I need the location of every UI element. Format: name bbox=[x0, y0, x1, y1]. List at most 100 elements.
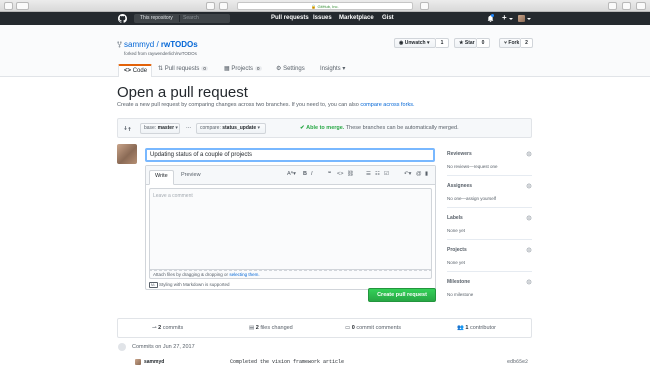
sidebar-value-assignees[interactable]: No one—assign yourself bbox=[447, 196, 496, 202]
nav-marketplace[interactable]: Marketplace bbox=[339, 15, 374, 22]
commit-author[interactable]: sammyd bbox=[144, 359, 164, 365]
commit-sha[interactable]: edb65e2 bbox=[507, 359, 528, 365]
nav-pull-requests[interactable]: Pull requests bbox=[271, 15, 309, 22]
watchers-count[interactable]: 1 bbox=[436, 38, 449, 48]
pull-request-icon: ⇅ bbox=[158, 66, 164, 72]
files-summary[interactable]: ▤ 2 files changed bbox=[249, 325, 293, 332]
avatar[interactable] bbox=[518, 15, 525, 22]
sidebar-heading-projects[interactable]: Projects bbox=[447, 247, 467, 253]
search-input[interactable]: Search bbox=[179, 15, 229, 22]
stars-count[interactable]: 0 bbox=[477, 38, 490, 48]
branch-range-editor: base: master ▾ ... compare: status_updat… bbox=[117, 118, 532, 138]
sidebar-divider bbox=[447, 271, 532, 272]
quote-icon[interactable]: ❝ bbox=[328, 171, 331, 178]
base-branch-select[interactable]: base: master ▾ bbox=[140, 123, 180, 134]
italic-icon[interactable]: I bbox=[311, 171, 313, 178]
tab-write[interactable]: Write bbox=[149, 170, 174, 185]
commits-count: 2 bbox=[158, 325, 162, 331]
bookmark-icon[interactable]: ▮ bbox=[425, 171, 428, 178]
share-icon[interactable] bbox=[608, 2, 617, 10]
avatar[interactable] bbox=[117, 144, 137, 164]
gear-icon[interactable] bbox=[526, 215, 532, 221]
commits-date-heading: Commits on Jun 27, 2017 bbox=[132, 344, 195, 350]
bold-icon[interactable]: B bbox=[303, 171, 307, 178]
github-logo-icon[interactable] bbox=[118, 14, 127, 23]
compare-label: compare: bbox=[200, 125, 221, 131]
sidebar-heading-labels[interactable]: Labels bbox=[447, 215, 463, 221]
sidebar-heading-reviewers[interactable]: Reviewers bbox=[447, 151, 472, 157]
pr-title-input[interactable]: Updating status of a couple of projects bbox=[145, 148, 435, 162]
comment-textarea[interactable]: Leave a comment bbox=[149, 188, 432, 270]
create-pull-request-button[interactable]: Create pull request bbox=[368, 288, 436, 302]
unwatch-button[interactable]: ◉ Unwatch ▾ bbox=[394, 38, 436, 48]
avatar[interactable] bbox=[135, 359, 141, 365]
tab-projects[interactable]: ▦ Projects 0 bbox=[224, 64, 262, 77]
eye-icon: ◉ bbox=[399, 40, 404, 46]
new-tab-icon[interactable] bbox=[636, 2, 646, 10]
contributors-count: 1 bbox=[465, 325, 469, 331]
browser-toolbar: 🔒 GitHub, Inc. bbox=[0, 0, 650, 12]
text-size-icon[interactable]: Aᴬ▾ bbox=[287, 171, 296, 178]
markdown-hint-label: Styling with Markdown is supported bbox=[158, 282, 230, 287]
chevron-down-icon bbox=[527, 18, 531, 20]
reply-icon[interactable]: ↶▾ bbox=[404, 171, 411, 178]
base-label: base: bbox=[144, 125, 157, 131]
sidebar-heading-milestone[interactable]: Milestone bbox=[447, 279, 470, 285]
merge-status-label: Able to merge. bbox=[306, 125, 345, 131]
compare-branch-select[interactable]: compare: status_update ▾ bbox=[196, 123, 266, 134]
merge-status: ✔ Able to merge. These branches can be a… bbox=[300, 125, 459, 132]
tabs-icon[interactable] bbox=[622, 2, 631, 10]
repo-owner-link[interactable]: sammyd bbox=[124, 40, 154, 49]
search-box[interactable]: This repository Search bbox=[134, 14, 230, 23]
commits-summary[interactable]: ⊸ 2 commits bbox=[152, 325, 183, 332]
tab-projects-counter: 0 bbox=[255, 66, 262, 71]
sidebar-value-labels: None yet bbox=[447, 228, 466, 233]
markdown-hint[interactable]: M↓ Styling with Markdown is supported bbox=[149, 282, 229, 288]
tab-code[interactable]: <> Code bbox=[118, 64, 152, 77]
sidebar-heading-assignees[interactable]: Assignees bbox=[447, 183, 472, 189]
back-forward-buttons[interactable] bbox=[16, 2, 29, 10]
code-icon: <> bbox=[124, 68, 132, 74]
gear-icon[interactable] bbox=[526, 183, 532, 189]
comment-editor: Write Preview Aᴬ▾ B I ❝ <> ⛓ ☰ ☷ ☑ ↶▾ @ … bbox=[145, 165, 436, 290]
sidebar-toggle-button[interactable] bbox=[4, 2, 13, 10]
sidebar-divider bbox=[447, 207, 532, 208]
reader-icon[interactable] bbox=[219, 2, 228, 10]
gear-icon[interactable] bbox=[526, 151, 532, 157]
gear-icon[interactable] bbox=[526, 247, 532, 253]
sidebar-value-milestone: No milestone bbox=[447, 292, 474, 297]
numbered-list-icon[interactable]: ☷ bbox=[375, 171, 380, 178]
fork-button[interactable]: ⑂ Fork bbox=[499, 38, 521, 48]
file-attach-zone[interactable]: Attach files by dragging & dropping or s… bbox=[149, 270, 432, 279]
private-icon[interactable] bbox=[206, 2, 215, 10]
bullet-list-icon[interactable]: ☰ bbox=[366, 171, 371, 178]
tab-pull-requests[interactable]: ⇅ Pull requests 0 bbox=[158, 64, 208, 77]
code-icon[interactable]: <> bbox=[337, 171, 343, 178]
address-bar[interactable]: 🔒 GitHub, Inc. bbox=[237, 2, 413, 10]
nav-issues[interactable]: Issues bbox=[313, 15, 332, 22]
gear-icon[interactable] bbox=[526, 279, 532, 285]
file-diff-icon: ▤ bbox=[249, 325, 255, 331]
link-icon[interactable]: ⛓ bbox=[347, 171, 354, 178]
select-files-link[interactable]: selecting them. bbox=[229, 272, 259, 277]
sidebar-value-reviewers[interactable]: No reviews—request one bbox=[447, 164, 498, 170]
tab-preview[interactable]: Preview bbox=[176, 170, 206, 185]
star-button[interactable]: ★ Star bbox=[454, 38, 477, 48]
nav-gist[interactable]: Gist bbox=[382, 15, 394, 22]
mention-icon[interactable]: @ bbox=[416, 171, 422, 178]
compare-arrows-icon[interactable] bbox=[124, 125, 131, 132]
tab-settings[interactable]: ⚙ Settings bbox=[276, 64, 305, 77]
forks-count[interactable]: 2 bbox=[521, 38, 533, 48]
forked-from[interactable]: forked from raywenderlich/rwTODOs bbox=[124, 51, 197, 56]
reload-icon[interactable] bbox=[420, 2, 429, 10]
compare-forks-link[interactable]: compare across forks. bbox=[360, 102, 414, 108]
editor-tabs: Write Preview Aᴬ▾ B I ❝ <> ⛓ ☰ ☷ ☑ ↶▾ @ … bbox=[146, 166, 435, 185]
repo-name-link[interactable]: rwTODOs bbox=[161, 40, 198, 49]
contributors-summary[interactable]: 👥 1 contributor bbox=[457, 325, 496, 332]
new-menu-button[interactable]: + bbox=[502, 14, 507, 22]
comments-summary[interactable]: ▭ 0 commit comments bbox=[345, 325, 401, 332]
tab-insights[interactable]: Insights ▾ bbox=[320, 64, 345, 77]
commit-message[interactable]: Completed the vision framework article bbox=[230, 359, 344, 365]
commit-row[interactable]: sammyd Completed the vision framework ar… bbox=[117, 356, 532, 366]
task-list-icon[interactable]: ☑ bbox=[384, 171, 389, 178]
